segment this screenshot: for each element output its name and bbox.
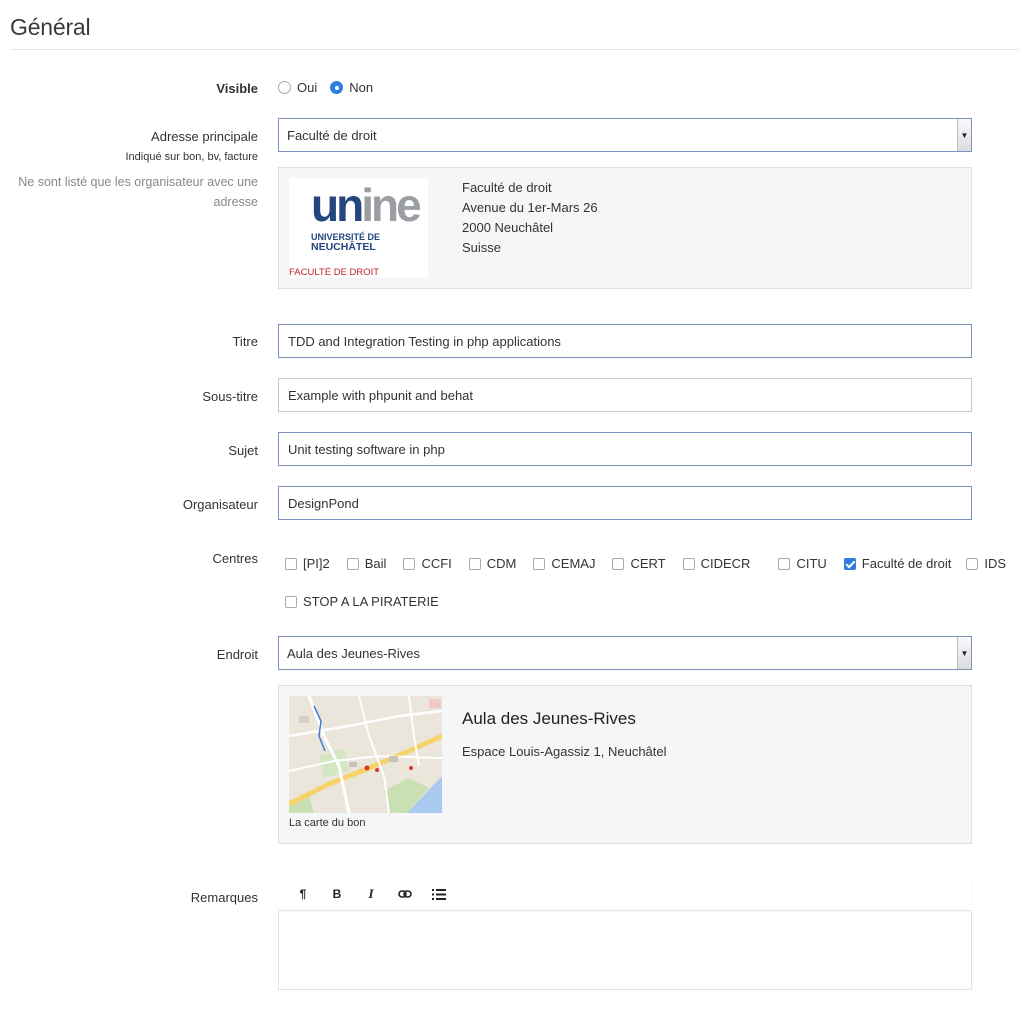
adresse-label: Adresse principale [151, 129, 258, 144]
adresse-help-text: Ne sont listé que les organisateur avec … [18, 175, 258, 209]
centre-checkbox-cert[interactable]: CERT [612, 556, 666, 571]
checkbox[interactable] [468, 557, 481, 570]
sous-titre-label: Sous-titre [202, 389, 258, 404]
checkbox[interactable] [403, 557, 416, 570]
titre-input[interactable]: TDD and Integration Testing in php appli… [278, 324, 972, 358]
remarques-editor[interactable] [278, 912, 972, 990]
link-icon[interactable] [388, 882, 422, 906]
centres-checkbox-row: [PI]2 Bail CCFI CDM CEMAJ CERT CIDECR CI… [285, 556, 1006, 571]
checkbox[interactable] [285, 595, 297, 608]
radio-non-label[interactable]: Non [349, 80, 373, 95]
checkbox[interactable] [346, 557, 359, 570]
centre-checkbox-cidecr[interactable]: CIDECR [682, 556, 750, 571]
section-title: Général [10, 14, 91, 40]
unine-wordmark: unine [311, 179, 422, 231]
map-graphic [289, 696, 442, 813]
map-image [289, 696, 442, 813]
centre-checkbox-faculte-de-droit[interactable]: Faculté de droit [843, 556, 951, 571]
pilcrow-icon[interactable]: ¶ [286, 882, 320, 906]
select-arrow-icon[interactable]: ▼ [957, 637, 971, 669]
endroit-select-value: Aula des Jeunes-Rives [287, 645, 420, 661]
address-lines: Faculté de droit Avenue du 1er-Mars 26 2… [462, 178, 598, 258]
bold-icon[interactable]: B [320, 882, 354, 906]
place-name: Aula des Jeunes-Rives [462, 709, 636, 728]
organisateur-input[interactable]: DesignPond [278, 486, 972, 520]
checkbox[interactable] [778, 557, 791, 570]
adresse-select[interactable]: Faculté de droit ▼ [278, 118, 972, 152]
adresse-sublabel: Indiqué sur bon, bv, facture [125, 151, 259, 163]
italic-icon[interactable]: I [354, 882, 388, 906]
visible-label: Visible [216, 81, 258, 96]
centre-checkbox-citu[interactable]: CITU [778, 556, 827, 571]
centre-checkbox-stop-a-la-piraterie[interactable]: STOP A LA PIRATERIE [285, 594, 439, 609]
address-line: 2000 Neuchâtel [462, 220, 554, 235]
centre-checkbox-cdm[interactable]: CDM [468, 556, 516, 571]
centre-checkbox-bail[interactable]: Bail [346, 556, 386, 571]
titre-label: Titre [232, 334, 258, 349]
checkbox[interactable] [612, 557, 625, 570]
radio-non[interactable] [330, 81, 344, 94]
checkbox[interactable] [682, 557, 695, 570]
organisateur-label: Organisateur [182, 497, 258, 512]
unine-logo: unine UNIVERSITÉ DE NEUCHÂTEL FACULTÉ DE… [289, 178, 428, 278]
endroit-select[interactable]: Aula des Jeunes-Rives ▼ [278, 636, 972, 670]
radio-oui-label[interactable]: Oui [297, 80, 317, 95]
centre-checkbox-ids[interactable]: IDS [966, 556, 1006, 571]
endroit-preview: La carte du bon Aula des Jeunes-Rives Es… [278, 685, 972, 844]
place-address: Espace Louis-Agassiz 1, Neuchâtel [462, 744, 667, 759]
address-line: Suisse [462, 240, 502, 255]
select-arrow-icon[interactable]: ▼ [957, 119, 971, 151]
adresse-select-value: Faculté de droit [287, 127, 377, 143]
logo-faculty: FACULTÉ DE DROIT [289, 267, 380, 278]
centre-checkbox-pi2[interactable]: [PI]2 [285, 556, 330, 571]
sujet-label: Sujet [228, 443, 258, 458]
address-line: Avenue du 1er-Mars 26 [462, 200, 598, 215]
address-line: Faculté de droit [462, 180, 552, 195]
editor-toolbar: ¶ B I [278, 878, 972, 911]
radio-oui[interactable] [278, 81, 291, 94]
centres-checkbox-row-2: STOP A LA PIRATERIE [285, 594, 439, 609]
centre-checkbox-ccfi[interactable]: CCFI [403, 556, 452, 571]
checkbox[interactable] [285, 557, 297, 570]
adresse-preview: unine UNIVERSITÉ DE NEUCHÂTEL FACULTÉ DE… [278, 167, 972, 289]
centres-label: Centres [212, 551, 258, 566]
centre-checkbox-cemaj[interactable]: CEMAJ [533, 556, 595, 571]
endroit-label: Endroit [216, 647, 258, 662]
sous-titre-input[interactable]: Example with phpunit and behat [278, 378, 972, 412]
list-icon[interactable] [422, 882, 456, 906]
visible-radio-group: Oui Non [278, 80, 386, 95]
checkbox[interactable] [843, 557, 856, 570]
sujet-input[interactable]: Unit testing software in php [278, 432, 972, 466]
checkbox[interactable] [533, 557, 546, 570]
section-divider [10, 49, 1019, 50]
map-caption: La carte du bon [289, 817, 366, 829]
remarques-label: Remarques [190, 890, 258, 905]
checkbox[interactable] [966, 557, 979, 570]
